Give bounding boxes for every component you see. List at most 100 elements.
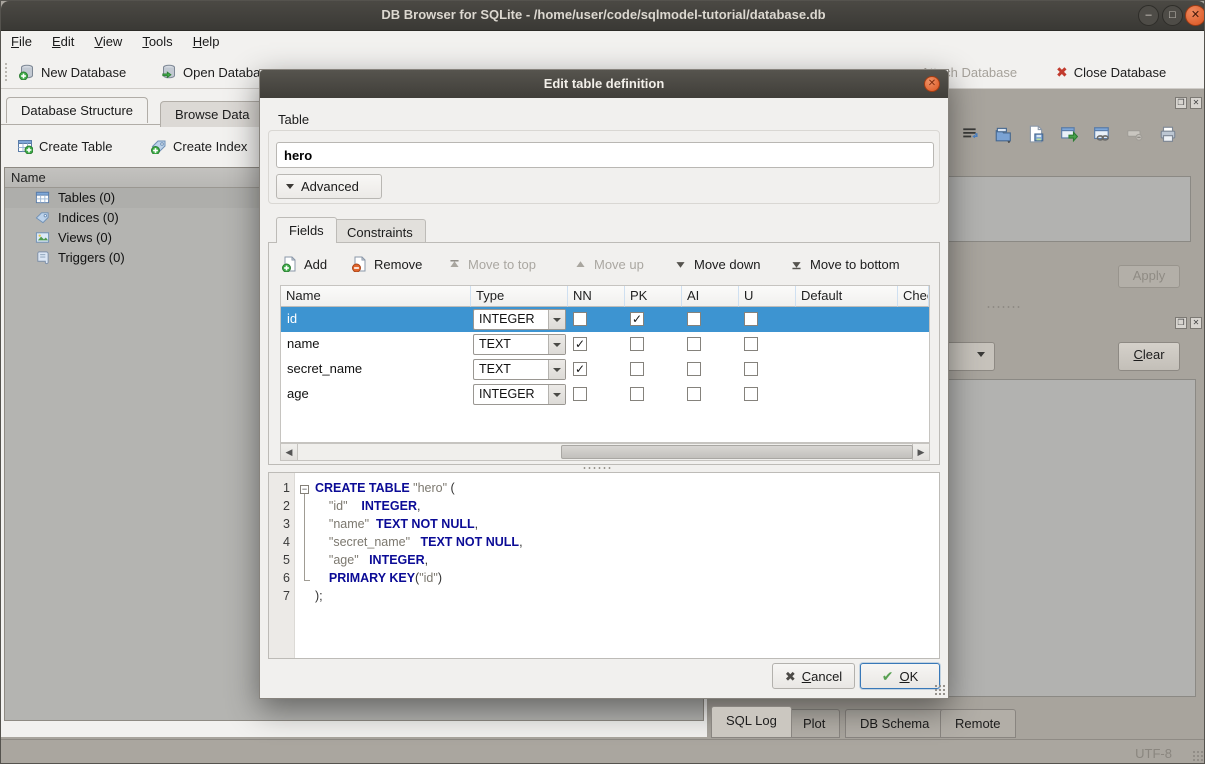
- column-header-pk[interactable]: PK: [625, 286, 682, 307]
- sql-line: 1−CREATE TABLE "hero" (: [269, 481, 939, 499]
- dialog-splitter[interactable]: [582, 466, 612, 470]
- column-header-check[interactable]: Check: [898, 286, 929, 307]
- type-dropdown[interactable]: INTEGER: [473, 309, 566, 330]
- sql-preview[interactable]: 1−CREATE TABLE "hero" (2 "id" INTEGER,3 …: [268, 472, 940, 659]
- ai-checkbox[interactable]: [687, 387, 701, 401]
- close-icon[interactable]: ✕: [1185, 5, 1205, 26]
- column-header-u[interactable]: U: [739, 286, 796, 307]
- move-down-button[interactable]: Move down: [672, 252, 760, 276]
- tab-browse-data[interactable]: Browse Data: [160, 101, 264, 127]
- trigger-icon: [35, 250, 50, 268]
- pk-checkbox[interactable]: [630, 362, 644, 376]
- encoding-label: UTF-8: [1135, 746, 1172, 761]
- move-top-icon: [446, 256, 462, 272]
- resize-grip[interactable]: [1192, 750, 1204, 762]
- dialog-titlebar[interactable]: Edit table definition: [260, 70, 948, 98]
- fold-collapse-icon[interactable]: −: [300, 485, 309, 494]
- open-database-button[interactable]: Open Database: [161, 59, 274, 85]
- type-dropdown[interactable]: TEXT: [473, 359, 566, 380]
- pk-checkbox[interactable]: [630, 337, 644, 351]
- advanced-button[interactable]: Advanced: [276, 174, 382, 199]
- nn-checkbox[interactable]: ✓: [573, 362, 587, 376]
- clear-button[interactable]: Clear: [1118, 342, 1180, 371]
- scrollbar-handle[interactable]: [561, 445, 913, 459]
- window-titlebar[interactable]: DB Browser for SQLite - /home/user/code/…: [1, 1, 1205, 31]
- tab-database-structure[interactable]: Database Structure: [6, 97, 148, 123]
- status-bar: UTF-8: [1, 739, 1205, 764]
- ok-button[interactable]: ✔ OK: [860, 663, 940, 689]
- new-database-button[interactable]: New Database: [19, 59, 126, 85]
- tab-sql-log[interactable]: SQL Log: [711, 706, 792, 738]
- move-down-icon: [672, 256, 688, 272]
- pk-checkbox[interactable]: ✓: [630, 312, 644, 326]
- u-checkbox[interactable]: [744, 337, 758, 351]
- sql-line: 6 PRIMARY KEY("id"): [269, 571, 939, 589]
- column-header-nn[interactable]: NN: [568, 286, 625, 307]
- nn-checkbox[interactable]: ✓: [573, 337, 587, 351]
- dock-close-icon[interactable]: ✕: [1190, 317, 1202, 329]
- dialog-resize-grip[interactable]: [934, 684, 946, 696]
- field-row-id[interactable]: id INTEGER ✓: [281, 307, 929, 332]
- close-database-button[interactable]: ✖ Close Database: [1056, 59, 1166, 85]
- type-dropdown[interactable]: TEXT: [473, 334, 566, 355]
- table-name-input[interactable]: hero: [276, 142, 934, 168]
- dock-float-icon[interactable]: ❐: [1175, 317, 1187, 329]
- field-row-secret_name[interactable]: secret_name TEXT ✓: [281, 357, 929, 382]
- menu-help[interactable]: Help: [183, 31, 230, 52]
- menu-edit[interactable]: Edit: [42, 31, 84, 52]
- nn-checkbox[interactable]: [573, 387, 587, 401]
- ai-checkbox[interactable]: [687, 362, 701, 376]
- tab-remote[interactable]: Remote: [940, 709, 1016, 738]
- sql-line: 3 "name" TEXT NOT NULL,: [269, 517, 939, 535]
- chevron-down-icon: [548, 360, 565, 379]
- scroll-right-icon[interactable]: ▶: [912, 444, 929, 460]
- move-to-bottom-button[interactable]: Move to bottom: [788, 252, 900, 276]
- remove-field-icon: [352, 256, 368, 272]
- import-icon[interactable]: [992, 123, 1014, 145]
- field-row-age[interactable]: age INTEGER: [281, 382, 929, 407]
- nn-checkbox[interactable]: [573, 312, 587, 326]
- word-wrap-icon[interactable]: [959, 123, 981, 145]
- table-label: Table: [278, 112, 309, 127]
- tab-plot[interactable]: Plot: [788, 709, 840, 738]
- u-checkbox[interactable]: [744, 362, 758, 376]
- scroll-left-icon[interactable]: ◀: [281, 444, 298, 460]
- dock-float-icon[interactable]: ❐: [1175, 97, 1187, 109]
- column-header-type[interactable]: Type: [471, 286, 568, 307]
- toolbar-grip[interactable]: [4, 62, 9, 82]
- add-button[interactable]: Add: [282, 252, 327, 276]
- tab-fields[interactable]: Fields: [276, 217, 337, 243]
- create-table-button[interactable]: Create Table: [17, 133, 112, 159]
- remove-button[interactable]: Remove: [352, 252, 422, 276]
- create-index-button[interactable]: Create Index: [151, 133, 247, 159]
- column-header-name[interactable]: Name: [281, 286, 471, 307]
- link-icon[interactable]: [1091, 123, 1113, 145]
- menu-view[interactable]: View: [84, 31, 132, 52]
- type-dropdown[interactable]: INTEGER: [473, 384, 566, 405]
- pk-checkbox[interactable]: [630, 387, 644, 401]
- chevron-down-icon: [286, 184, 294, 189]
- menu-file[interactable]: File: [1, 31, 42, 52]
- column-header-ai[interactable]: AI: [682, 286, 739, 307]
- move-up-button: Move up: [572, 252, 644, 276]
- minimize-icon[interactable]: –: [1138, 5, 1159, 26]
- edit-table-dialog: Edit table definition ✕ Table hero Advan…: [259, 69, 949, 699]
- export-icon[interactable]: [1025, 123, 1047, 145]
- maximize-icon[interactable]: □: [1162, 5, 1183, 26]
- open-in-window-icon[interactable]: [1058, 123, 1080, 145]
- dialog-close-icon[interactable]: ✕: [924, 76, 940, 92]
- field-row-name[interactable]: name TEXT ✓: [281, 332, 929, 357]
- tab-db-schema[interactable]: DB Schema: [845, 709, 944, 738]
- dock-close-icon[interactable]: ✕: [1190, 97, 1202, 109]
- print-icon[interactable]: [1157, 123, 1179, 145]
- u-checkbox[interactable]: [744, 387, 758, 401]
- set-null-icon[interactable]: [1124, 123, 1146, 145]
- cancel-button[interactable]: ✖ Cancel: [772, 663, 855, 689]
- dock-splitter[interactable]: [986, 305, 1022, 309]
- menu-tools[interactable]: Tools: [132, 31, 182, 52]
- fields-hscrollbar[interactable]: ◀ ▶: [280, 443, 930, 461]
- u-checkbox[interactable]: [744, 312, 758, 326]
- ai-checkbox[interactable]: [687, 337, 701, 351]
- ai-checkbox[interactable]: [687, 312, 701, 326]
- column-header-default[interactable]: Default: [796, 286, 898, 307]
